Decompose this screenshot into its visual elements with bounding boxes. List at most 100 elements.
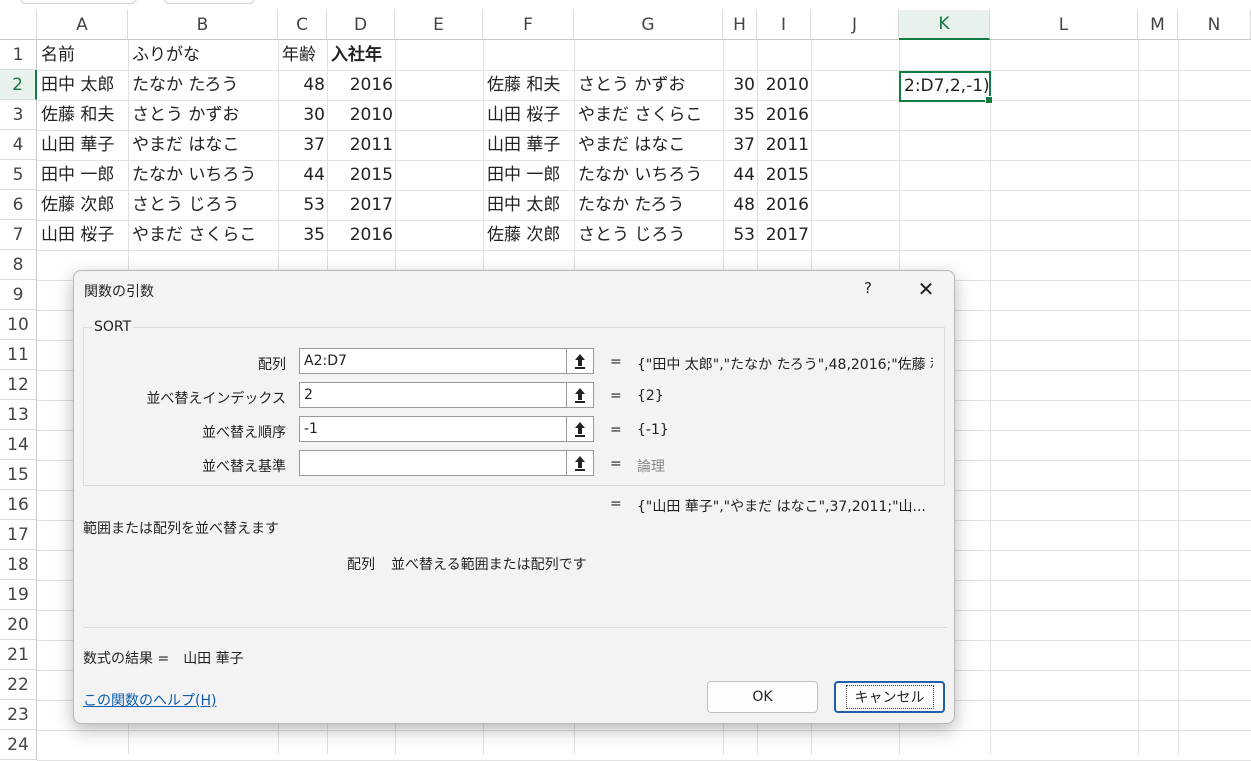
table-cell[interactable]: 2016 [328,71,396,100]
column-header-f[interactable]: F [483,10,574,40]
table-cell[interactable]: 佐藤 和夫 [38,101,117,130]
row-header-24[interactable]: 24 [0,730,37,760]
row-header-7[interactable]: 7 [0,220,37,250]
table-cell[interactable]: やまだ さくらこ [129,221,259,250]
cell-d1[interactable]: 入社年 [328,41,385,70]
table-cell[interactable]: 2016 [758,191,812,220]
active-cell-k2[interactable]: 2:D7,2,-1) [899,71,993,104]
table-cell[interactable]: 山田 桜子 [484,101,563,130]
row-header-20[interactable]: 20 [0,610,37,640]
column-header-c[interactable]: C [278,10,327,40]
table-cell[interactable]: さとう かずお [129,101,242,130]
table-cell[interactable]: 2010 [758,71,812,100]
row-header-2[interactable]: 2 [0,70,37,100]
help-button[interactable]: ? [856,279,880,297]
close-button[interactable]: ✕ [910,275,942,303]
row-header-9[interactable]: 9 [0,280,37,310]
table-cell[interactable]: 35 [724,101,758,130]
table-cell[interactable]: 田中 太郎 [484,191,563,220]
column-header-j[interactable]: J [811,10,899,40]
table-cell[interactable]: さとう じろう [575,221,688,250]
row-header-21[interactable]: 21 [0,640,37,670]
cancel-button[interactable]: キャンセル [834,681,945,713]
table-cell[interactable]: さとう かずお [575,71,688,100]
cell-a1[interactable]: 名前 [38,41,78,70]
column-header-i[interactable]: I [757,10,811,40]
collapse-button-sort-index[interactable] [567,382,594,408]
table-cell[interactable]: 30 [724,71,758,100]
ok-button[interactable]: OK [707,681,818,713]
table-cell[interactable]: 佐藤 次郎 [484,221,563,250]
table-cell[interactable]: 2016 [328,221,396,250]
row-header-15[interactable]: 15 [0,460,37,490]
row-header-22[interactable]: 22 [0,670,37,700]
table-cell[interactable]: 2010 [328,101,396,130]
table-cell[interactable]: さとう じろう [129,191,242,220]
row-header-10[interactable]: 10 [0,310,37,340]
table-cell[interactable]: 37 [279,131,328,160]
table-cell[interactable]: 田中 一郎 [38,161,117,190]
column-header-m[interactable]: M [1138,10,1178,40]
column-header-k[interactable]: K [899,10,990,40]
row-header-3[interactable]: 3 [0,100,37,130]
table-cell[interactable]: 山田 華子 [38,131,117,160]
collapse-button-by-col[interactable] [567,450,594,476]
column-header-h[interactable]: H [723,10,757,40]
table-cell[interactable]: 2017 [328,191,396,220]
row-header-16[interactable]: 16 [0,490,37,520]
collapse-button-sort-order[interactable] [567,416,594,442]
row-header-23[interactable]: 23 [0,700,37,730]
column-header-b[interactable]: B [128,10,278,40]
table-cell[interactable]: 44 [279,161,328,190]
table-cell[interactable]: たなか いちろう [129,161,259,190]
by-col-input[interactable] [299,450,567,476]
table-cell[interactable]: 53 [724,221,758,250]
table-cell[interactable]: 山田 桜子 [38,221,117,250]
table-cell[interactable]: 山田 華子 [484,131,563,160]
table-cell[interactable]: 2015 [758,161,812,190]
table-cell[interactable]: 48 [724,191,758,220]
column-header-l[interactable]: L [990,10,1138,40]
table-cell[interactable]: 35 [279,221,328,250]
select-all-corner[interactable] [0,10,37,40]
table-cell[interactable]: 53 [279,191,328,220]
row-header-8[interactable]: 8 [0,250,37,280]
row-header-13[interactable]: 13 [0,400,37,430]
table-cell[interactable]: たなか いちろう [575,161,705,190]
table-cell[interactable]: 2011 [328,131,396,160]
table-cell[interactable]: 48 [279,71,328,100]
table-cell[interactable]: やまだ さくらこ [575,101,705,130]
table-cell[interactable]: たなか たろう [129,71,241,100]
table-cell[interactable]: やまだ はなこ [129,131,242,160]
table-cell[interactable]: 2015 [328,161,396,190]
collapse-button-array[interactable] [567,348,594,374]
table-cell[interactable]: 佐藤 次郎 [38,191,117,220]
row-header-18[interactable]: 18 [0,550,37,580]
table-cell[interactable]: 44 [724,161,758,190]
column-header-g[interactable]: G [574,10,723,40]
table-cell[interactable]: 田中 太郎 [38,71,117,100]
table-cell[interactable]: 37 [724,131,758,160]
sort-index-input[interactable] [299,382,567,408]
table-cell[interactable]: 田中 一郎 [484,161,563,190]
row-header-19[interactable]: 19 [0,580,37,610]
cell-b1[interactable]: ふりがな [129,41,203,70]
row-header-6[interactable]: 6 [0,190,37,220]
row-header-12[interactable]: 12 [0,370,37,400]
sort-order-input[interactable] [299,416,567,442]
table-cell[interactable]: たなか たろう [575,191,687,220]
column-header-e[interactable]: E [395,10,483,40]
table-cell[interactable]: やまだ はなこ [575,131,688,160]
column-header-n[interactable]: N [1178,10,1251,40]
row-header-17[interactable]: 17 [0,520,37,550]
table-cell[interactable]: 2017 [758,221,812,250]
table-cell[interactable]: 佐藤 和夫 [484,71,563,100]
row-header-1[interactable]: 1 [0,40,37,70]
column-header-d[interactable]: D [327,10,395,40]
cell-c1[interactable]: 年齢 [279,41,319,70]
row-header-4[interactable]: 4 [0,130,37,160]
table-cell[interactable]: 2016 [758,101,812,130]
row-header-11[interactable]: 11 [0,340,37,370]
table-cell[interactable]: 30 [279,101,328,130]
row-header-5[interactable]: 5 [0,160,37,190]
